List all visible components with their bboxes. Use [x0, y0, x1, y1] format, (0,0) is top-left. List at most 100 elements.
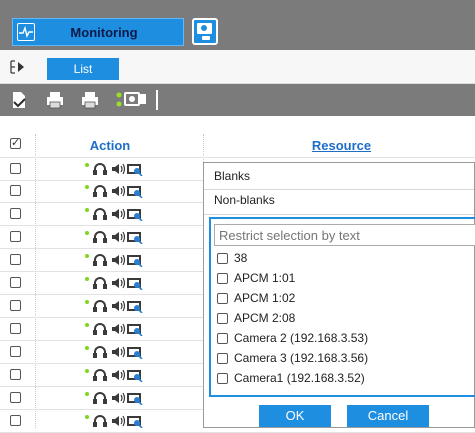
- filter-option-label: Camera1 (192.168.3.52): [234, 371, 365, 385]
- speaker-icon[interactable]: [110, 345, 126, 362]
- row-checkbox[interactable]: [10, 369, 21, 380]
- filter-option-label: Camera 2 (192.168.3.53): [234, 331, 369, 345]
- filter-option-checkbox[interactable]: [217, 293, 228, 304]
- filter-option-label: Camera 3 (192.168.3.56): [234, 351, 369, 365]
- speaker-icon[interactable]: [110, 184, 126, 201]
- row-checkbox[interactable]: [10, 185, 21, 196]
- batch-print-icon[interactable]: [45, 90, 63, 109]
- settings-icon[interactable]: [115, 90, 151, 108]
- select-all-checkbox[interactable]: [10, 136, 21, 149]
- speaker-icon[interactable]: [110, 391, 126, 408]
- row-actions: [84, 414, 154, 431]
- resource-filter-dropdown: Blanks Non-blanks 38 APCM 1:01 APCM 1:02 AP…: [203, 162, 475, 428]
- tab-monitoring-label: Monitoring: [70, 25, 138, 40]
- headset-icon[interactable]: [92, 414, 108, 431]
- speaker-icon[interactable]: [110, 230, 126, 247]
- ok-button[interactable]: OK: [259, 405, 331, 427]
- filter-option-label: APCM 1:02: [234, 291, 296, 305]
- filter-options-panel: 38 APCM 1:01 APCM 1:02 APCM 2:08 Camera 2 (1…: [209, 217, 475, 397]
- row-actions: [84, 391, 154, 408]
- status-dot-icon: [84, 230, 90, 247]
- camera-icon[interactable]: [126, 253, 144, 270]
- row-checkbox[interactable]: [10, 415, 21, 426]
- top-bar: Monitoring: [0, 0, 475, 50]
- restrict-selection-input[interactable]: [214, 224, 475, 246]
- speaker-icon[interactable]: [110, 253, 126, 270]
- headset-icon[interactable]: [92, 162, 108, 179]
- headset-icon[interactable]: [92, 322, 108, 339]
- row-actions: [84, 230, 154, 247]
- headset-icon[interactable]: [92, 207, 108, 224]
- camera-icon[interactable]: [126, 276, 144, 293]
- row-checkbox[interactable]: [10, 300, 21, 311]
- camera-icon[interactable]: [126, 162, 144, 179]
- speaker-icon[interactable]: [110, 162, 126, 179]
- row-checkbox[interactable]: [10, 392, 21, 403]
- filter-option-checkbox[interactable]: [217, 273, 228, 284]
- filter-option-checkbox[interactable]: [217, 253, 228, 264]
- speaker-icon[interactable]: [110, 276, 126, 293]
- row-actions: [84, 322, 154, 339]
- status-dot-icon: [84, 368, 90, 385]
- column-header-resource[interactable]: Resource: [210, 134, 473, 157]
- column-header-action[interactable]: Action: [37, 134, 183, 157]
- divider: [204, 214, 474, 215]
- headset-icon[interactable]: [92, 391, 108, 408]
- row-checkbox[interactable]: [10, 231, 21, 242]
- headset-icon[interactable]: [92, 276, 108, 293]
- row-checkbox[interactable]: [10, 346, 21, 357]
- headset-icon[interactable]: [92, 345, 108, 362]
- filter-option-label: APCM 1:01: [234, 271, 296, 285]
- headset-icon[interactable]: [92, 230, 108, 247]
- speaker-icon[interactable]: [110, 322, 126, 339]
- status-dot-icon: [84, 184, 90, 201]
- row-checkbox[interactable]: [10, 208, 21, 219]
- camera-icon[interactable]: [126, 414, 144, 431]
- camera-icon[interactable]: [126, 391, 144, 408]
- status-dot-icon: [84, 299, 90, 316]
- row-actions: [84, 184, 154, 201]
- speaker-icon[interactable]: [110, 207, 126, 224]
- status-dot-icon: [84, 414, 90, 431]
- headset-icon[interactable]: [92, 368, 108, 385]
- status-dot-icon: [84, 391, 90, 408]
- export-icon[interactable]: [10, 90, 28, 108]
- headset-icon[interactable]: [92, 299, 108, 316]
- row-checkbox[interactable]: [10, 254, 21, 265]
- status-dot-icon: [84, 207, 90, 224]
- status-dot-icon: [84, 253, 90, 270]
- row-checkbox[interactable]: [10, 323, 21, 334]
- row-actions: [84, 368, 154, 385]
- row-checkbox[interactable]: [10, 277, 21, 288]
- headset-icon[interactable]: [92, 253, 108, 270]
- filter-option-label: 38: [234, 251, 248, 265]
- camera-icon[interactable]: [126, 345, 144, 362]
- camera-icon[interactable]: [126, 368, 144, 385]
- camera-icon[interactable]: [126, 322, 144, 339]
- row-actions: [84, 207, 154, 224]
- speaker-icon[interactable]: [110, 368, 126, 385]
- camera-icon[interactable]: [126, 230, 144, 247]
- row-checkbox[interactable]: [10, 163, 21, 174]
- toolbar-separator: [156, 90, 158, 110]
- headset-icon[interactable]: [92, 184, 108, 201]
- cancel-button[interactable]: Cancel: [347, 405, 429, 427]
- filter-blanks-option[interactable]: Blanks: [214, 169, 250, 183]
- collapse-panel-icon[interactable]: [9, 60, 25, 77]
- row-actions: [84, 162, 154, 179]
- remote-desktop-icon[interactable]: [192, 18, 218, 45]
- filter-option-checkbox[interactable]: [217, 353, 228, 364]
- filter-option-checkbox[interactable]: [217, 373, 228, 384]
- filter-option-checkbox[interactable]: [217, 313, 228, 324]
- camera-icon[interactable]: [126, 299, 144, 316]
- camera-icon[interactable]: [126, 207, 144, 224]
- divider: [204, 189, 474, 190]
- tab-monitoring[interactable]: Monitoring: [12, 18, 184, 46]
- speaker-icon[interactable]: [110, 299, 126, 316]
- batch-print-alt-icon[interactable]: [80, 90, 98, 109]
- camera-icon[interactable]: [126, 184, 144, 201]
- speaker-icon[interactable]: [110, 414, 126, 431]
- tab-list[interactable]: List: [47, 58, 119, 80]
- filter-option-checkbox[interactable]: [217, 333, 228, 344]
- filter-non-blanks-option[interactable]: Non-blanks: [214, 193, 275, 207]
